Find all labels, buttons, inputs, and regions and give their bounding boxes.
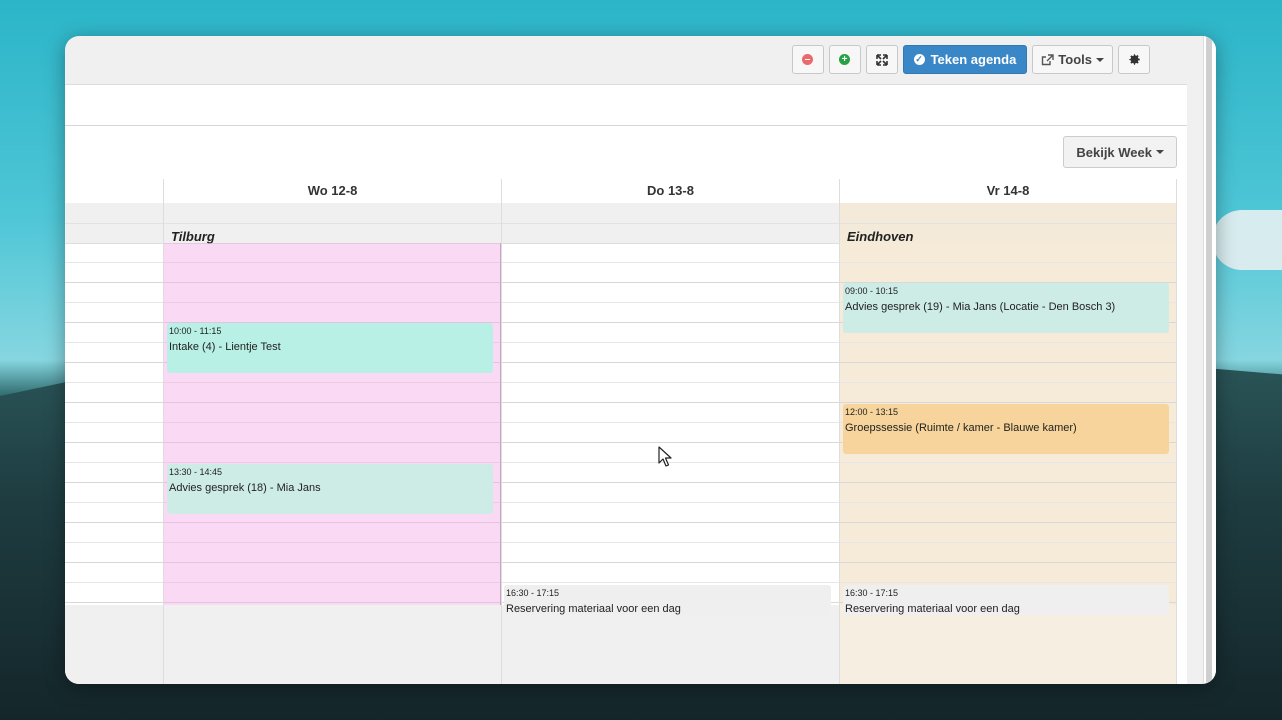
- event-intake[interactable]: 10:00 - 11:15 Intake (4) - Lientje Test: [167, 323, 493, 373]
- event-time: 16:30 - 17:15: [845, 588, 899, 598]
- event-time: 09:00 - 10:15: [845, 286, 899, 296]
- allday-do: [502, 203, 839, 244]
- event-advies-gesprek[interactable]: 13:30 - 14:45 Advies gesprek (18) - Mia …: [167, 464, 493, 514]
- after-hours-wo: [164, 605, 501, 684]
- expand-icon: [875, 53, 888, 66]
- panel-divider: [65, 125, 1187, 126]
- event-title: Advies gesprek (18) - Mia Jans: [169, 482, 321, 494]
- add-button[interactable]: +: [828, 45, 861, 74]
- gutter-after-hours: [65, 605, 163, 684]
- external-link-icon: [1042, 53, 1054, 65]
- event-title: Reservering materiaal voor een dag: [845, 603, 1020, 615]
- time-gutter: [65, 179, 163, 684]
- location-label: Eindhoven: [847, 229, 914, 244]
- minus-circle-icon: –: [802, 54, 814, 65]
- event-time: 12:00 - 13:15: [845, 407, 899, 417]
- availability-block-tilburg: [164, 243, 501, 605]
- event-time: 16:30 - 17:15: [506, 588, 560, 598]
- app-window: – + ✓ Teken agenda Tools Bekijk Week Wo …: [65, 36, 1216, 684]
- event-reservering[interactable]: 16:30 - 17:15 Reservering materiaal voor…: [843, 585, 1169, 615]
- tools-dropdown-button[interactable]: Tools: [1032, 45, 1113, 74]
- window-scrollbar[interactable]: [1203, 36, 1216, 684]
- event-title: Reservering materiaal voor een dag: [506, 603, 681, 615]
- event-title: Intake (4) - Lientje Test: [169, 341, 281, 353]
- event-groepssessie[interactable]: 12:00 - 13:15 Groepssessie (Ruimte / kam…: [843, 404, 1169, 454]
- event-reservering[interactable]: 16:30 - 17:15 Reservering materiaal voor…: [504, 585, 831, 615]
- day-header-wo[interactable]: Wo 12-8: [164, 179, 501, 204]
- gear-icon: [1128, 54, 1140, 65]
- remove-button[interactable]: –: [791, 45, 824, 74]
- settings-button[interactable]: [1118, 45, 1150, 74]
- caret-down-icon: [1096, 57, 1104, 62]
- allday-wo: Tilburg: [164, 203, 501, 244]
- event-time: 10:00 - 11:15: [169, 326, 222, 336]
- location-label: Tilburg: [171, 229, 215, 244]
- gutter-header: [65, 179, 163, 204]
- event-time: 13:30 - 14:45: [169, 467, 223, 477]
- check-circle-icon: ✓: [913, 54, 925, 65]
- fullscreen-button[interactable]: [865, 45, 898, 74]
- day-header-vr[interactable]: Vr 14-8: [840, 179, 1176, 204]
- bekijk-week-dropdown[interactable]: Bekijk Week: [1063, 136, 1177, 168]
- toolbar: – + ✓ Teken agenda Tools: [791, 45, 1150, 74]
- event-title: Groepssessie (Ruimte / kamer - Blauwe ka…: [845, 422, 1077, 434]
- after-hours-vr: [840, 605, 1176, 684]
- mouse-cursor-icon: [658, 446, 672, 467]
- allday-vr: Eindhoven: [840, 203, 1176, 244]
- calendar-panel: Bekijk Week Wo 12-8 Tilburg 10:00 - 11:1…: [65, 84, 1187, 684]
- background-cloud: [1212, 210, 1282, 270]
- teken-agenda-label: Teken agenda: [930, 52, 1017, 67]
- after-hours-do: [502, 605, 839, 684]
- gutter-allday: [65, 203, 163, 244]
- week-calendar: Wo 12-8 Tilburg 10:00 - 11:15 Intake (4)…: [65, 179, 1177, 684]
- teken-agenda-button[interactable]: ✓ Teken agenda: [902, 45, 1028, 74]
- scrollbar-thumb[interactable]: [1206, 36, 1212, 684]
- caret-down-icon: [1156, 150, 1164, 154]
- plus-circle-icon: +: [839, 54, 851, 65]
- day-header-do[interactable]: Do 13-8: [502, 179, 839, 204]
- event-advies-gesprek[interactable]: 09:00 - 10:15 Advies gesprek (19) - Mia …: [843, 283, 1169, 333]
- day-column-vr: Vr 14-8 Eindhoven 09:00 - 10:15 Advies g…: [839, 179, 1177, 684]
- tools-label: Tools: [1058, 52, 1092, 67]
- bekijk-week-label: Bekijk Week: [1076, 144, 1152, 160]
- day-column-wo: Wo 12-8 Tilburg 10:00 - 11:15 Intake (4)…: [163, 179, 501, 684]
- event-title: Advies gesprek (19) - Mia Jans (Locatie …: [845, 301, 1116, 313]
- day-column-do: Do 13-8 16:30 - 17:15 Reservering materi…: [501, 179, 839, 684]
